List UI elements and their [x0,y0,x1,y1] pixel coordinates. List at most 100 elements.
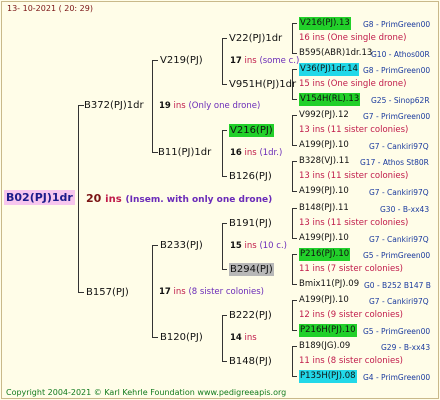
gen2-ins-label: ins [244,241,257,251]
gen1-ins-label: ins [173,287,186,297]
tree-connector [292,115,297,116]
tree-connector [292,208,297,209]
gen4-ref: G29 - B-xx43 [381,343,431,352]
gen4-queen[interactable]: B148(PJ).11 [299,202,349,215]
gen3-queen[interactable]: B294(PJ) [229,263,274,276]
gen3-queen[interactable]: V951H(PJ)1dr [229,78,296,91]
tree-connector [152,337,158,338]
root-note: (Insem. with only one drone) [125,195,273,205]
gen4-queen[interactable]: B189(JG).09 [299,340,350,353]
copyright-footer: Copyright 2004-2021 © Karl Kehrle Founda… [6,388,287,397]
gen4-queen[interactable]: V216(PJ).13 [299,17,351,30]
gen4-ref: G7 - Cankiri97Q [369,297,429,306]
gen4-ref: G30 - B-xx43 [380,205,430,214]
tree-connector [292,161,297,162]
gen4-ref: G8 - PrimGreen00 [363,20,431,29]
gen2-info: 15 ins (10 c.) [230,240,287,253]
gen1-count: 17 [159,287,171,297]
gen4-queen[interactable]: B328(VJ).11 [299,155,350,168]
gen3-queen[interactable]: B148(PJ) [229,355,272,368]
gen3-queen[interactable]: B222(PJ) [229,309,272,322]
tree-connector [292,254,293,284]
tree-connector [222,130,223,176]
gen2-note: (10 c.) [259,241,287,251]
gen4-ref: G4 - PrimGreen00 [363,373,431,382]
gen4-queen[interactable]: A199(PJ).10 [299,185,349,198]
gen2-count: 17 [230,56,242,66]
gen2-info: 14 ins [230,332,257,345]
gen4-ref: G5 - PrimGreen00 [363,327,431,336]
tree-connector [292,300,297,301]
tree-connector [292,53,297,54]
tree-connector [78,105,79,292]
tree-connector [292,238,297,239]
root-queen[interactable]: B02(PJ)1dr [4,190,75,205]
gen1-ins-label: ins [173,101,186,111]
gen1-queen[interactable]: B157(PJ) [86,286,129,299]
gen4-queen[interactable]: A199(PJ).10 [299,232,349,245]
gen2-ins-label: ins [244,333,257,343]
tree-connector [292,208,293,238]
gen4-info: 11 ins (8 sister colonies) [299,356,403,366]
gen1-info: 17 ins (8 sister colonies) [159,286,264,299]
gen1-note: (Only one drone) [188,101,261,111]
gen4-queen[interactable]: P216H(PJ).10 [299,324,357,337]
tree-connector [292,191,297,192]
gen4-queen[interactable]: P135H(PJ).08 [299,370,357,383]
gen2-queen[interactable]: B11(PJ)1dr [158,146,211,159]
gen3-queen[interactable]: V216(PJ) [229,124,274,137]
tree-connector [222,361,227,362]
gen4-ref: G8 - PrimGreen00 [363,66,431,75]
gen1-queen[interactable]: B372(PJ)1dr [84,99,144,112]
gen2-queen[interactable]: B233(PJ) [160,239,203,252]
tree-connector [222,176,227,177]
gen2-queen[interactable]: B120(PJ) [160,331,203,344]
gen4-queen[interactable]: V992(PJ).12 [299,109,349,122]
root-ins-label: ins [105,194,122,205]
root-insemination-info: 20 ins (Insem. with only one drone) [86,192,272,207]
gen4-ref: G7 - Cankiri97Q [369,235,429,244]
tree-connector [292,254,297,255]
gen4-info: 13 ins (11 sister colonies) [299,218,409,228]
gen4-info: 12 ins (9 sister colonies) [299,310,403,320]
tree-connector [292,23,297,24]
report-date: 13- 10-2021 ( 20: 29) [7,4,93,13]
gen4-info: 16 ins (One single drone) [299,33,407,43]
gen3-queen[interactable]: B191(PJ) [229,217,272,230]
gen4-queen[interactable]: A199(PJ).10 [299,139,349,152]
gen2-ins-label: ins [244,56,257,66]
gen1-note: (8 sister colonies) [188,287,264,297]
tree-connector [292,115,293,145]
tree-connector [222,223,227,224]
tree-connector [292,145,297,146]
gen3-queen[interactable]: B126(PJ) [229,170,272,183]
gen4-queen[interactable]: B595(ABR)1dr.13 [299,47,372,60]
gen2-note: (1dr.) [259,148,283,158]
gen2-count: 14 [230,333,242,343]
tree-connector [222,38,223,84]
gen4-ref: G7 - PrimGreen00 [363,112,431,121]
gen4-ref: G10 - Athos00R [371,50,430,59]
gen4-ref: G25 - Sinop62R [371,96,430,105]
gen4-queen[interactable]: P216(PJ).10 [299,248,351,261]
tree-connector [292,346,293,376]
tree-connector [292,346,297,347]
gen2-ins-label: ins [244,148,257,158]
tree-connector [78,292,84,293]
gen2-count: 15 [230,241,242,251]
root-count: 20 [86,192,102,205]
gen4-queen[interactable]: Bmix11(PJ).09 [299,278,359,291]
gen2-queen[interactable]: V219(PJ) [160,54,203,67]
gen4-queen[interactable]: V154H(RL).13 [299,93,361,106]
tree-connector [152,60,153,152]
gen2-note: (some c.) [259,56,300,66]
gen3-queen[interactable]: V22(PJ)1dr [229,32,282,45]
gen4-ref: G17 - Athos St80R [360,158,429,167]
tree-connector [222,84,227,85]
tree-connector [152,60,158,61]
gen4-queen[interactable]: V36(PJ)1dr.14 [299,63,359,76]
tree-connector [292,99,297,100]
tree-connector [292,23,293,53]
tree-connector [292,69,297,70]
gen4-queen[interactable]: A199(PJ).10 [299,294,349,307]
